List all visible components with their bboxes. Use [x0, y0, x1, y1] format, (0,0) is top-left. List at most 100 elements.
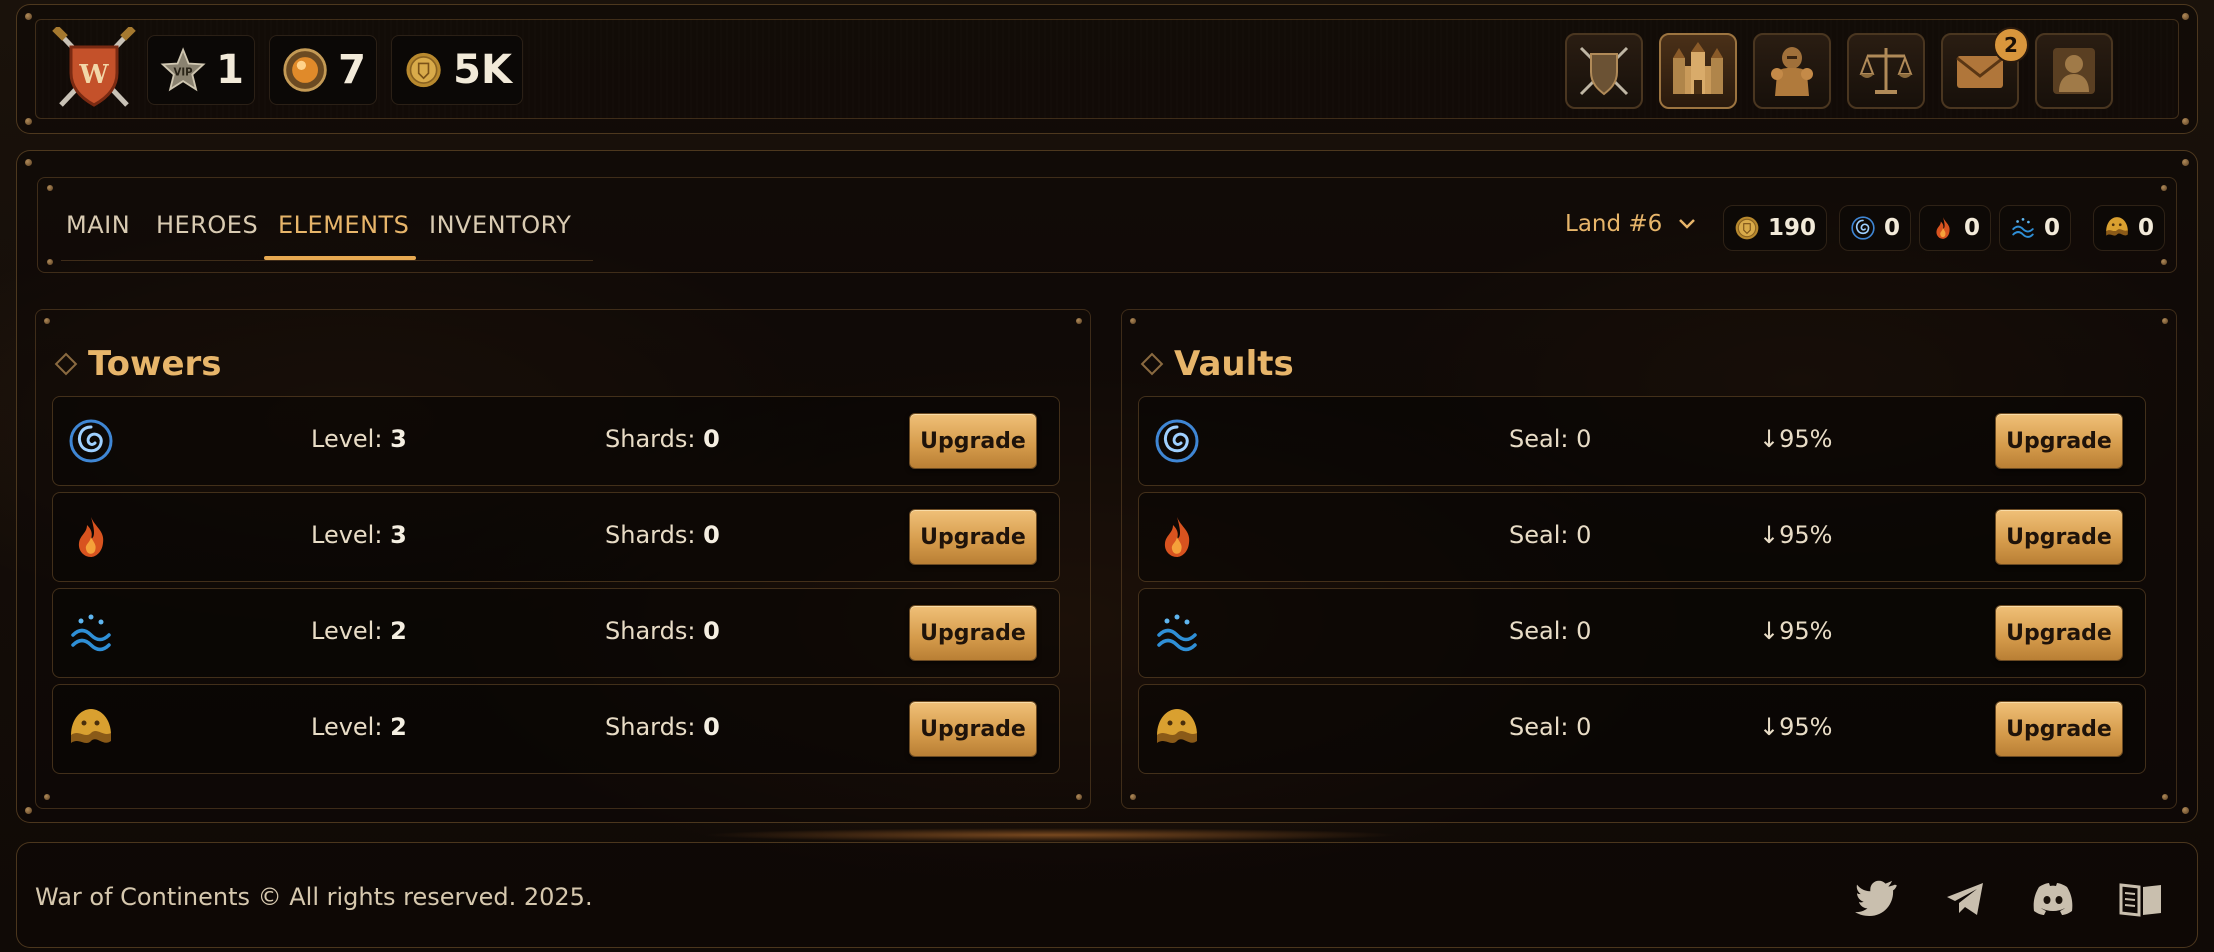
vault-row: Seal: 0 ↓95% Upgrade — [1138, 588, 2146, 678]
water-waves-icon — [2010, 215, 2036, 241]
earth-icon — [67, 705, 115, 753]
vault-rate: ↓95% — [1759, 425, 1833, 453]
gem-value: 7 — [338, 47, 366, 93]
upgrade-button[interactable]: Upgrade — [1995, 413, 2123, 469]
upgrade-button[interactable]: Upgrade — [909, 605, 1037, 661]
gold-coin-icon — [1734, 215, 1760, 241]
tab-main[interactable]: MAIN — [66, 211, 130, 239]
vault-rate: ↓95% — [1759, 713, 1833, 741]
upgrade-button[interactable]: Upgrade — [1995, 605, 2123, 661]
vaults-panel: Vaults Seal: 0 ↓95% Upgrade Seal: 0 ↓95%… — [1121, 309, 2177, 809]
vip-level-stat[interactable]: VIP 1 — [147, 35, 255, 105]
main-content: MAIN HEROES ELEMENTS INVENTORY Land #6 1… — [16, 150, 2198, 823]
copyright-text: War of Continents © All rights reserved.… — [35, 883, 593, 911]
tower-row: Level: 3 Shards: 0 Upgrade — [52, 492, 1060, 582]
fire-icon — [1930, 215, 1956, 241]
twitter-link[interactable] — [1855, 879, 1899, 919]
profile-silhouette-icon — [2053, 48, 2095, 94]
gold-stat[interactable]: 5K — [391, 35, 523, 105]
vault-rate: ↓95% — [1759, 617, 1833, 645]
vault-rate: ↓95% — [1759, 521, 1833, 549]
book-icon — [2119, 883, 2161, 917]
nav-castle-button[interactable] — [1659, 33, 1737, 109]
tab-inventory[interactable]: INVENTORY — [429, 211, 571, 239]
tower-row: Level: 3 Shards: 0 Upgrade — [52, 396, 1060, 486]
upgrade-button[interactable]: Upgrade — [1995, 509, 2123, 565]
orb-gem-icon — [283, 48, 327, 92]
footer: War of Continents © All rights reserved.… — [16, 842, 2198, 948]
tab-elements[interactable]: ELEMENTS — [278, 211, 409, 239]
resource-fire: 0 — [1919, 205, 1992, 251]
water-waves-icon — [1153, 609, 1201, 657]
tower-row: Level: 2 Shards: 0 Upgrade — [52, 684, 1060, 774]
castle-icon — [1673, 42, 1723, 94]
vault-seal: Seal: 0 — [1509, 617, 1592, 645]
tower-row: Level: 2 Shards: 0 Upgrade — [52, 588, 1060, 678]
telegram-link[interactable] — [1943, 879, 1987, 919]
land-label: Land #6 — [1565, 211, 1663, 237]
game-logo[interactable]: W — [49, 25, 139, 111]
tower-shards: Shards: 0 — [605, 617, 720, 645]
water-waves-icon — [67, 609, 115, 657]
mail-count-badge: 2 — [1993, 27, 2029, 63]
gold-value: 5K — [453, 47, 512, 93]
vault-seal: Seal: 0 — [1509, 521, 1592, 549]
resource-earth: 0 — [2093, 205, 2166, 251]
telegram-icon — [1947, 883, 1983, 915]
vault-row: Seal: 0 ↓95% Upgrade — [1138, 396, 2146, 486]
vault-row: Seal: 0 ↓95% Upgrade — [1138, 684, 2146, 774]
vault-seal: Seal: 0 — [1509, 425, 1592, 453]
resource-air: 0 — [1839, 205, 1912, 251]
air-swirl-icon — [1153, 417, 1201, 465]
chevron-down-icon — [1679, 219, 1696, 229]
tower-shards: Shards: 0 — [605, 521, 720, 549]
nav-heroes-button[interactable] — [1753, 33, 1831, 109]
tower-shards: Shards: 0 — [605, 713, 720, 741]
divider-glow — [700, 828, 1400, 842]
towers-panel: Towers Level: 3 Shards: 0 Upgrade Level:… — [35, 309, 1091, 809]
upgrade-button[interactable]: Upgrade — [909, 413, 1037, 469]
tower-level: Level: 3 — [311, 521, 407, 549]
top-bar: W VIP 1 7 5K 2 — [16, 4, 2198, 134]
knight-armor-icon — [1771, 47, 1813, 96]
air-swirl-icon — [67, 417, 115, 465]
upgrade-button[interactable]: Upgrade — [1995, 701, 2123, 757]
gem-stat[interactable]: 7 — [269, 35, 377, 105]
shield-swords-icon — [1579, 46, 1629, 96]
earth-icon — [1153, 705, 1201, 753]
upgrade-button[interactable]: Upgrade — [909, 509, 1037, 565]
vaults-title: Vaults — [1140, 344, 1294, 384]
nav-profile-button[interactable] — [2035, 33, 2113, 109]
tab-divider — [61, 260, 593, 261]
discord-icon — [2033, 883, 2073, 915]
diamond-icon — [1140, 352, 1164, 376]
docs-link[interactable] — [2119, 879, 2163, 919]
nav-battle-button[interactable] — [1565, 33, 1643, 109]
discord-link[interactable] — [2031, 879, 2075, 919]
nav-mail-button[interactable]: 2 — [1941, 27, 2029, 109]
svg-text:W: W — [78, 60, 109, 90]
fire-icon — [1153, 513, 1201, 561]
twitter-icon — [1855, 880, 1897, 916]
fire-icon — [67, 513, 115, 561]
vip-level-value: 1 — [216, 47, 244, 93]
tab-heroes[interactable]: HEROES — [156, 211, 258, 239]
vip-star-icon: VIP — [160, 47, 206, 92]
earth-icon — [2104, 215, 2130, 241]
upgrade-button[interactable]: Upgrade — [909, 701, 1037, 757]
vault-seal: Seal: 0 — [1509, 713, 1592, 741]
resource-gold: 190 — [1723, 205, 1828, 251]
tower-level: Level: 3 — [311, 425, 407, 453]
active-tab-indicator — [264, 256, 416, 260]
resource-water: 0 — [1999, 205, 2072, 251]
land-selector[interactable]: Land #6 — [1565, 211, 1696, 237]
crossed-swords-shield-icon: W — [52, 25, 136, 107]
vault-row: Seal: 0 ↓95% Upgrade — [1138, 492, 2146, 582]
tower-level: Level: 2 — [311, 713, 407, 741]
tower-shards: Shards: 0 — [605, 425, 720, 453]
gold-coin-icon — [404, 45, 443, 95]
diamond-icon — [54, 352, 78, 376]
air-swirl-icon — [1850, 215, 1876, 241]
towers-title: Towers — [54, 344, 222, 384]
nav-market-button[interactable] — [1847, 33, 1925, 109]
